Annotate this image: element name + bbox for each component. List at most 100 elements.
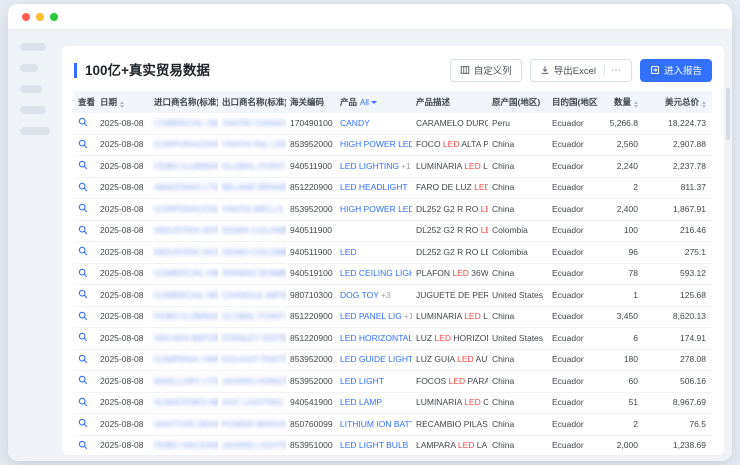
exporter-cell[interactable]: STANLEY DISTRIB — [218, 328, 286, 350]
importer-cell[interactable]: CORPORACION EL — [150, 134, 218, 156]
product-cell[interactable] — [336, 220, 412, 242]
importer-cell[interactable]: ALMACENES ABC — [150, 392, 218, 414]
view-cell[interactable] — [74, 199, 96, 221]
exporter-cell[interactable]: AGC LIGHTING — [218, 392, 286, 414]
exporter-cell[interactable]: KOLIGHT PARTS — [218, 349, 286, 371]
columns-icon — [460, 65, 470, 75]
exporter-cell[interactable]: YANTAI WELLS — [218, 199, 286, 221]
importer-cell[interactable]: CORPORACION EL — [150, 199, 218, 221]
importer-cell[interactable]: COMERCIAL DEL SOL — [150, 113, 218, 134]
view-cell[interactable] — [74, 435, 96, 455]
product-cell[interactable]: LED HEADLIGHT — [336, 177, 412, 199]
close-window-icon[interactable] — [22, 13, 30, 21]
importer-cell[interactable]: AMAZONAS LTDA — [150, 177, 218, 199]
minimize-window-icon[interactable] — [36, 13, 44, 21]
download-icon — [540, 65, 550, 75]
product-cell[interactable]: LED LIGHTING+1 — [336, 156, 412, 178]
importer-cell[interactable]: COMERCIAL OMEGA — [150, 263, 218, 285]
product-cell[interactable]: LED LIGHT — [336, 371, 412, 393]
origin-cell: China — [488, 263, 548, 285]
view-cell[interactable] — [74, 328, 96, 350]
exporter-cell[interactable]: SIGMA COLOMBIA — [218, 220, 286, 242]
exporter-cell[interactable]: JIAXING HONGTAI — [218, 371, 286, 393]
sidebar-item[interactable] — [20, 64, 38, 72]
sort-icon[interactable] — [702, 101, 706, 108]
magnifier-icon — [78, 246, 88, 256]
view-cell[interactable] — [74, 242, 96, 264]
view-cell[interactable] — [74, 220, 96, 242]
product-cell[interactable]: CANDY — [336, 113, 412, 134]
view-cell[interactable] — [74, 414, 96, 436]
sidebar-item[interactable] — [20, 127, 50, 135]
view-cell[interactable] — [74, 156, 96, 178]
view-cell[interactable] — [74, 177, 96, 199]
exporter-cell[interactable]: GLOBAL POINT LTD — [218, 306, 286, 328]
importer-cell[interactable]: ARCARA IMPORT — [150, 328, 218, 350]
scrollbar-thumb[interactable] — [726, 88, 730, 140]
date-cell: 2025-08-08 — [96, 177, 150, 199]
sort-icon[interactable] — [634, 101, 638, 108]
column-header-date[interactable]: 日期 — [96, 91, 150, 113]
column-header-qty[interactable]: 数量 — [598, 91, 644, 113]
column-label: 原产国(地区) — [492, 97, 540, 107]
view-cell[interactable] — [74, 113, 96, 134]
export-more-button[interactable]: ⋯ — [611, 65, 622, 76]
product-cell[interactable]: LED GUIDE LIGHT T — [336, 349, 412, 371]
view-cell[interactable] — [74, 263, 96, 285]
app-window: 100亿+真实贸易数据 自定义列 导出Excel ⋯ 进入报告 — [8, 4, 732, 461]
exporter-cell[interactable]: BELAND BRANDS — [218, 177, 286, 199]
product-cell[interactable]: LED HORIZONTAL L — [336, 328, 412, 350]
date-cell: 2025-08-08 — [96, 392, 150, 414]
product-cell[interactable]: HIGH POWER LED F — [336, 134, 412, 156]
view-cell[interactable] — [74, 285, 96, 307]
description-cell: FOCOS LED PARA V... — [412, 371, 488, 393]
customize-columns-button[interactable]: 自定义列 — [450, 59, 522, 82]
hs-code-cell: 853952000 — [286, 134, 336, 156]
enter-report-button[interactable]: 进入报告 — [640, 59, 712, 82]
exporter-cell[interactable]: SHINING BOMBILLO — [218, 263, 286, 285]
exporter-cell[interactable]: GLOBAL POINT LTD — [218, 156, 286, 178]
importer-cell[interactable]: VANTTIVE DRAKE — [150, 414, 218, 436]
product-cell[interactable]: LED LIGHT BULB — [336, 435, 412, 455]
importer-cell[interactable]: COMPANIA YWING — [150, 349, 218, 371]
product-cell[interactable]: LED PANEL LIG+1 — [336, 306, 412, 328]
product-filter-dropdown[interactable]: All — [360, 98, 377, 107]
origin-cell: Peru — [488, 113, 548, 134]
view-cell[interactable] — [74, 349, 96, 371]
view-cell[interactable] — [74, 392, 96, 414]
column-header-total[interactable]: 美元总价 — [644, 91, 712, 113]
view-cell[interactable] — [74, 134, 96, 156]
exporter-cell[interactable]: POWER BRIGHT — [218, 414, 286, 436]
export-excel-button[interactable]: 导出Excel ⋯ — [530, 59, 632, 82]
exporter-cell[interactable]: YANTAI CHANGYOU — [218, 113, 286, 134]
product-cell[interactable]: HIGH POWER LED F — [336, 199, 412, 221]
importer-cell[interactable]: INDUSTRIA SISTEM — [150, 220, 218, 242]
total-cell: 216.46 — [644, 220, 712, 242]
sidebar-item[interactable] — [20, 106, 46, 114]
importer-cell[interactable]: FEIBO NACIONAL — [150, 435, 218, 455]
importer-cell[interactable]: MARLLORY LTDA — [150, 371, 218, 393]
column-header-origin: 原产国(地区) — [488, 91, 548, 113]
sort-icon[interactable] — [120, 101, 124, 108]
product-cell[interactable]: LED CEILING LIGHT — [336, 263, 412, 285]
sidebar-item[interactable] — [20, 85, 42, 93]
product-cell[interactable]: DOG TOY+3 — [336, 285, 412, 307]
product-cell[interactable]: LED — [336, 242, 412, 264]
importer-cell[interactable]: FEIBO ILUMINACION — [150, 306, 218, 328]
column-header-product[interactable]: 产品All — [336, 91, 412, 113]
dest-cell: Ecuador — [548, 371, 598, 393]
view-cell[interactable] — [74, 306, 96, 328]
view-cell[interactable] — [74, 371, 96, 393]
exporter-cell[interactable]: YANTAI PAL LIGHTI — [218, 134, 286, 156]
importer-cell[interactable]: COMERCIAL NESTOR — [150, 285, 218, 307]
maximize-window-icon[interactable] — [50, 13, 58, 21]
importer-cell[interactable]: INDUSTRIA SISTEM — [150, 242, 218, 264]
importer-cell[interactable]: FEIBO ILUMINACION — [150, 156, 218, 178]
exporter-cell[interactable]: JIAXING LIGHTING — [218, 435, 286, 455]
product-cell[interactable]: LITHIUM ION BATTE — [336, 414, 412, 436]
exporter-cell[interactable]: CHANGLE IMPORT — [218, 285, 286, 307]
product-cell[interactable]: LED LAMP — [336, 392, 412, 414]
export-excel-label: 导出Excel — [554, 63, 596, 77]
sidebar-item[interactable] — [20, 43, 46, 51]
exporter-cell[interactable]: SIGMA COLOMBIA — [218, 242, 286, 264]
